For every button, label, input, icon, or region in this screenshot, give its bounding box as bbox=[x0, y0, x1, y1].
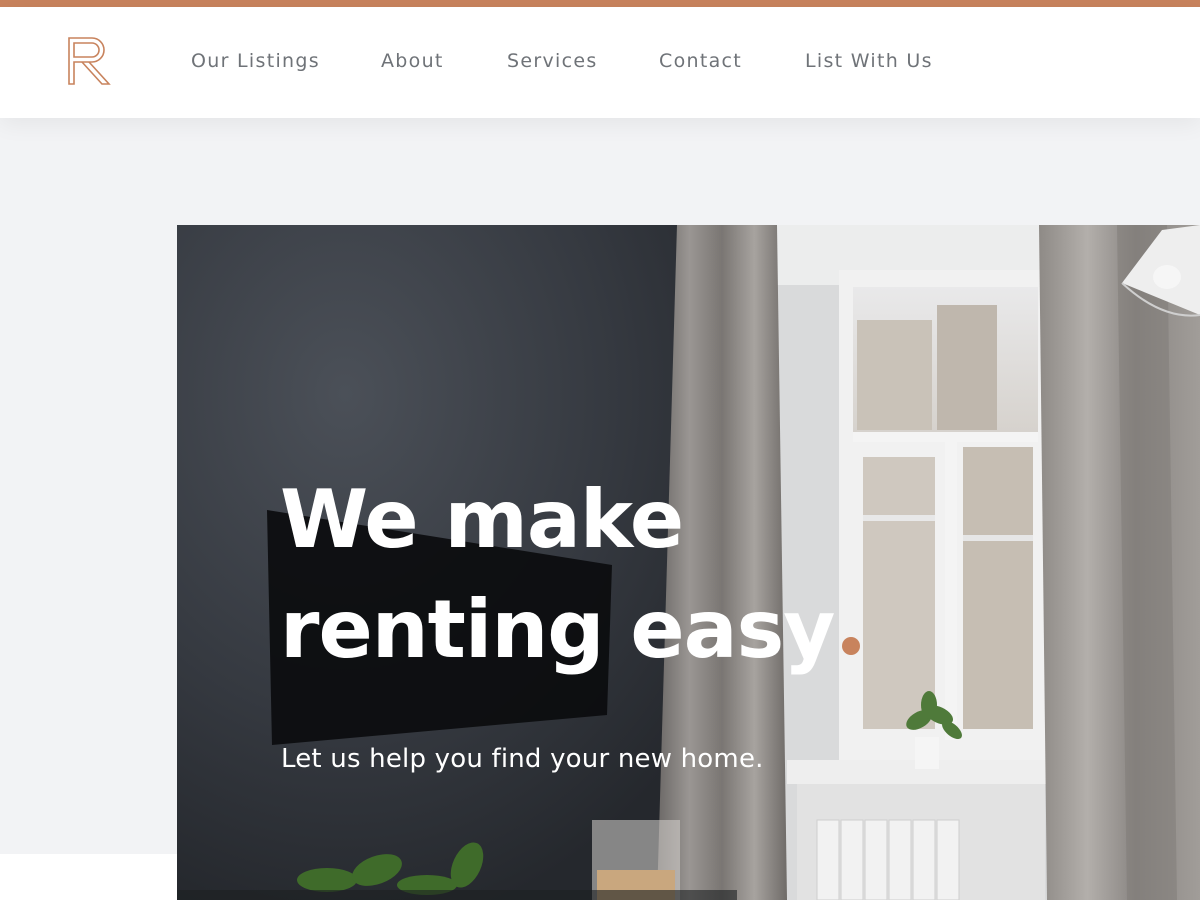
nav-our-listings[interactable]: Our Listings bbox=[191, 47, 320, 75]
site-header: Our Listings About Services Contact List… bbox=[0, 7, 1200, 118]
hero-headline-line1: We make bbox=[280, 473, 684, 566]
nav-list-with-us[interactable]: List With Us bbox=[805, 47, 933, 75]
hero-section: We make renting easy Let us help you fin… bbox=[177, 225, 1200, 900]
page-background-strip bbox=[0, 854, 177, 900]
hero-headline-line2: renting easy bbox=[280, 583, 835, 676]
nav-contact[interactable]: Contact bbox=[659, 47, 742, 75]
accent-dot bbox=[842, 637, 860, 655]
top-accent-bar bbox=[0, 0, 1200, 7]
hero-subtitle: Let us help you find your new home. bbox=[281, 744, 764, 774]
hero-headline: We make renting easy bbox=[280, 465, 835, 685]
nav-services[interactable]: Services bbox=[507, 47, 598, 75]
monogram-r-icon[interactable] bbox=[68, 37, 116, 85]
nav-about[interactable]: About bbox=[381, 47, 444, 75]
